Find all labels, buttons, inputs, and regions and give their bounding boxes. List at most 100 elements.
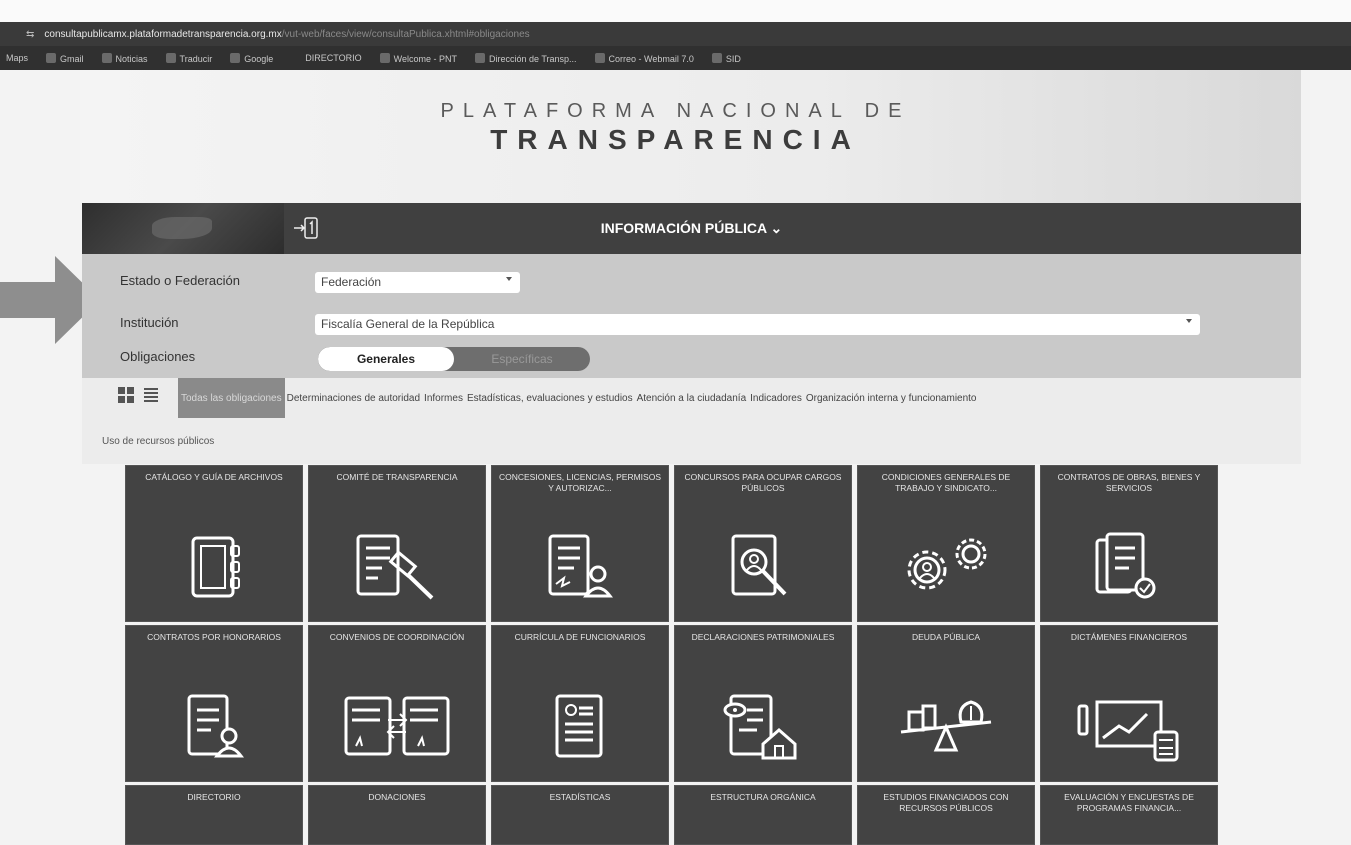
estado-select[interactable]: Federación (315, 272, 520, 293)
tab-atencion[interactable]: Atención a la ciudadanía (635, 393, 749, 404)
grid-view-icon[interactable] (118, 387, 134, 403)
balance-icon (900, 700, 992, 752)
tile-curricula[interactable]: CURRÍCULA DE FUNCIONARIOS (491, 625, 669, 782)
bookmark-label: Gmail (60, 53, 84, 64)
tile-contratos-obras[interactable]: CONTRATOS DE OBRAS, BIENES Y SERVICIOS (1040, 465, 1218, 622)
tile-label: CONVENIOS DE COORDINACIÓN (329, 632, 465, 642)
browser-top-band (0, 0, 1351, 22)
binder-icon (191, 536, 240, 598)
list-view-icon[interactable] (144, 387, 158, 403)
tab-todas[interactable]: Todas las obligaciones (178, 378, 285, 418)
informacion-publica-menu[interactable]: INFORMACIÓN PÚBLICA ⌄ (82, 220, 1301, 237)
signed-document-user-icon (548, 534, 614, 598)
bookmark-label: Google (244, 53, 274, 64)
menu-label: INFORMACIÓN PÚBLICA (600, 220, 767, 236)
bookmark-label: SID (725, 53, 741, 64)
tab-determinaciones[interactable]: Determinaciones de autoridad (285, 393, 422, 404)
documents-check-icon (1095, 532, 1156, 599)
address-bar[interactable]: ⇆ consultapublicamx.plataformadetranspar… (0, 22, 1351, 46)
toggle-especificas[interactable]: Específicas (454, 347, 590, 371)
pnt-icon (474, 52, 485, 63)
resume-icon (555, 694, 603, 758)
bookmark-gmail[interactable]: Gmail (46, 52, 84, 64)
toggle-generales[interactable]: Generales (318, 347, 454, 371)
obligaciones-toggle[interactable]: Generales Específicas (318, 347, 590, 371)
house-document-icon (723, 694, 797, 760)
bookmark-sid[interactable]: SID (711, 52, 741, 64)
main-navbar: INFORMACIÓN PÚBLICA ⌄ (82, 203, 1301, 254)
obligations-grid: CATÁLOGO Y GUÍA DE ARCHIVOS COMITÉ DE TR… (125, 465, 1229, 845)
tile-convenios[interactable]: CONVENIOS DE COORDINACIÓN (308, 625, 486, 782)
dropdown-arrow-icon (1186, 319, 1192, 323)
tile-directorio[interactable]: DIRECTORIO (125, 785, 303, 845)
tile-label: CONCURSOS PARA OCUPAR CARGOS PÚBLICOS (684, 472, 842, 493)
bookmarks-bar: Maps Gmail Noticias Traducir Google DIRE… (0, 46, 1351, 70)
bookmark-label: Welcome - PNT (393, 53, 457, 64)
tile-label: EVALUACIÓN Y ENCUESTAS DE PROGRAMAS FINA… (1064, 792, 1194, 813)
tile-concursos[interactable]: CONCURSOS PARA OCUPAR CARGOS PÚBLICOS (674, 465, 852, 622)
tile-label: DIRECTORIO (187, 792, 241, 802)
tile-evaluacion[interactable]: EVALUACIÓN Y ENCUESTAS DE PROGRAMAS FINA… (1040, 785, 1218, 845)
tile-comite[interactable]: COMITÉ DE TRANSPARENCIA (308, 465, 486, 622)
tile-declaraciones[interactable]: DECLARACIONES PATRIMONIALES (674, 625, 852, 782)
estado-value: Federación (321, 275, 382, 289)
bookmark-label: Traducir (179, 53, 213, 64)
tile-deuda[interactable]: DEUDA PÚBLICA (857, 625, 1035, 782)
translate-icon (165, 52, 176, 63)
bookmark-label: Noticias (115, 53, 148, 64)
tile-label: DECLARACIONES PATRIMONIALES (691, 632, 835, 642)
url-host: consultapublicamx.plataformadetransparen… (44, 28, 282, 40)
tab-uso-recursos[interactable]: Uso de recursos públicos (102, 436, 214, 447)
tile-estudios[interactable]: ESTUDIOS FINANCIADOS CON RECURSOS PÚBLIC… (857, 785, 1035, 845)
bookmark-welcome-pnt[interactable]: Welcome - PNT (379, 52, 457, 64)
site-title-line2: TRANSPARENCIA (490, 124, 861, 155)
pnt-icon (379, 52, 390, 63)
tile-label: ESTADÍSTICAS (549, 792, 611, 802)
tile-condiciones[interactable]: CONDICIONES GENERALES DE TRABAJO Y SINDI… (857, 465, 1035, 622)
tile-label: COMITÉ DE TRANSPARENCIA (336, 472, 458, 482)
bookmark-noticias[interactable]: Noticias (101, 52, 148, 64)
bookmark-google[interactable]: Google (230, 52, 274, 64)
bookmark-correo[interactable]: Correo - Webmail 7.0 (594, 52, 694, 64)
bookmark-label: Dirección de Transp... (488, 53, 577, 64)
tile-label: CONTRATOS POR HONORARIOS (147, 632, 281, 642)
tile-catalogo[interactable]: CATÁLOGO Y GUÍA DE ARCHIVOS (125, 465, 303, 622)
google-icon (230, 52, 241, 63)
tile-contratos-honorarios[interactable]: CONTRATOS POR HONORARIOS (125, 625, 303, 782)
document-user-icon (187, 694, 245, 758)
gavel-document-icon (356, 534, 434, 600)
obligaciones-label: Obligaciones (120, 349, 196, 364)
bookmark-directorio[interactable]: DIRECTORIO (305, 53, 361, 63)
institucion-label: Institución (120, 315, 179, 330)
bookmark-direccion[interactable]: Dirección de Transp... (474, 52, 577, 64)
tile-donaciones[interactable]: DONACIONES (308, 785, 486, 845)
tile-label: ESTRUCTURA ORGÁNICA (710, 792, 816, 802)
bookmark-maps[interactable]: Maps (6, 53, 28, 63)
bookmark-label: Correo - Webmail 7.0 (608, 53, 694, 64)
institucion-select[interactable]: Fiscalía General de la República (315, 314, 1200, 335)
filters-panel: Estado o Federación Federación Instituci… (82, 254, 1301, 378)
bookmark-traducir[interactable]: Traducir (165, 52, 213, 64)
tab-informes[interactable]: Informes (422, 393, 465, 404)
financial-chart-icon (1077, 700, 1179, 762)
category-tabs: Todas las obligaciones Determinaciones d… (178, 378, 979, 418)
tile-estadisticas[interactable]: ESTADÍSTICAS (491, 785, 669, 845)
chevron-down-icon: ⌄ (770, 220, 783, 236)
tile-dictamenes[interactable]: DICTÁMENES FINANCIEROS (1040, 625, 1218, 782)
site-settings-icon[interactable]: ⇆ (26, 29, 34, 40)
tab-indicadores[interactable]: Indicadores (748, 393, 804, 404)
tile-label: ESTUDIOS FINANCIADOS CON RECURSOS PÚBLIC… (883, 792, 1009, 813)
institucion-value: Fiscalía General de la República (321, 317, 495, 331)
gmail-icon (46, 52, 57, 63)
search-user-document-icon (731, 534, 787, 596)
tile-label: DEUDA PÚBLICA (911, 632, 981, 642)
tab-estadisticas[interactable]: Estadísticas, evaluaciones y estudios (465, 393, 635, 404)
tile-label: CONCESIONES, LICENCIAS, PERMISOS Y AUTOR… (498, 472, 661, 493)
tile-label: CONDICIONES GENERALES DE TRABAJO Y SINDI… (881, 472, 1011, 493)
tile-label: CONTRATOS DE OBRAS, BIENES Y SERVICIOS (1057, 472, 1201, 493)
tab-organizacion[interactable]: Organización interna y funcionamiento (804, 393, 979, 404)
tile-label: DICTÁMENES FINANCIEROS (1070, 632, 1188, 642)
tile-concesiones[interactable]: CONCESIONES, LICENCIAS, PERMISOS Y AUTOR… (491, 465, 669, 622)
tile-label: DONACIONES (368, 792, 426, 802)
tile-estructura[interactable]: ESTRUCTURA ORGÁNICA (674, 785, 852, 845)
